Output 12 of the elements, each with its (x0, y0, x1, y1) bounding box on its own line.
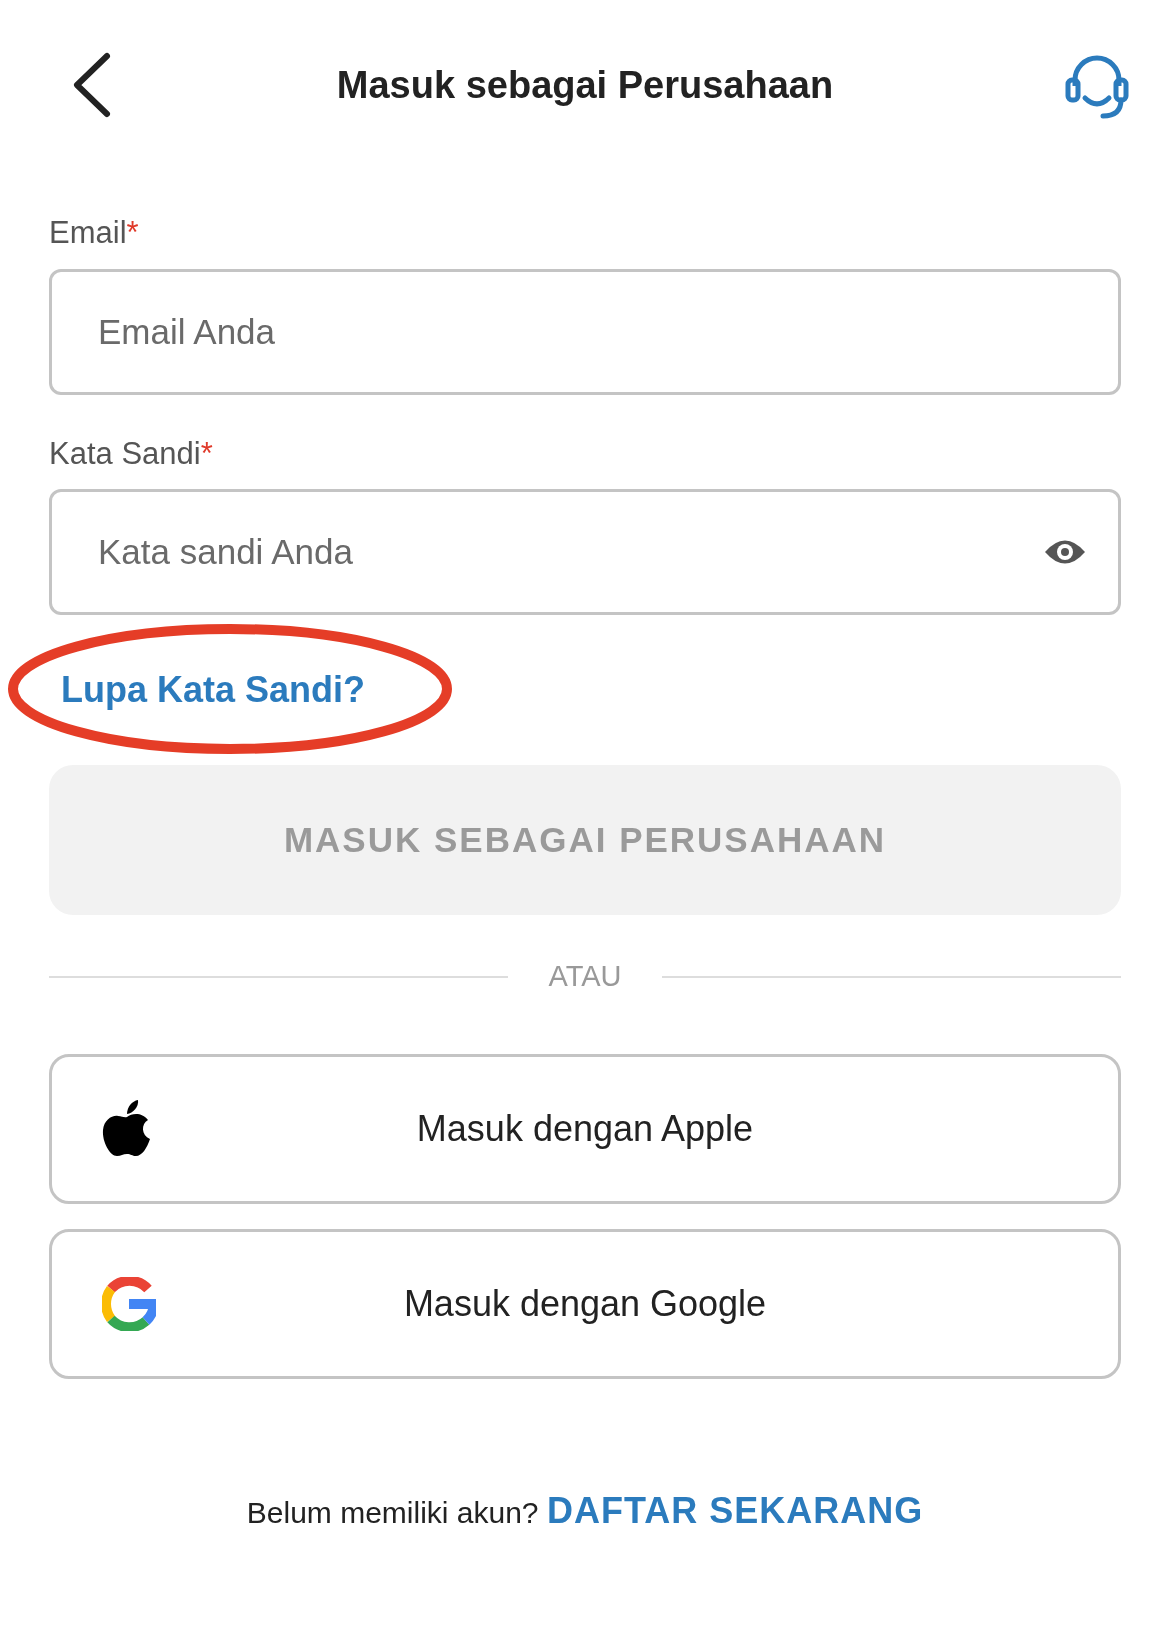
field-label: Email* (49, 214, 140, 252)
field-label: Kata Sandi* (49, 434, 214, 473)
page-title: Masuk sebagai Perusahaan (336, 62, 834, 108)
google-sign-in-button[interactable]: Masuk dengan Google (49, 1228, 1121, 1379)
email-field[interactable]: Email Anda (49, 268, 1121, 395)
password-field[interactable]: Kata sandi Anda (49, 489, 1121, 615)
apple-icon (102, 1098, 152, 1159)
signup-prompt: Belum memiliki akun? (246, 1495, 540, 1529)
divider-text: ATAU (548, 959, 622, 994)
google-icon (102, 1276, 156, 1331)
apple-sign-in-button[interactable]: Masuk dengan Apple (49, 1053, 1121, 1204)
signup-link[interactable]: DAFTAR SEKARANG (546, 1489, 924, 1531)
